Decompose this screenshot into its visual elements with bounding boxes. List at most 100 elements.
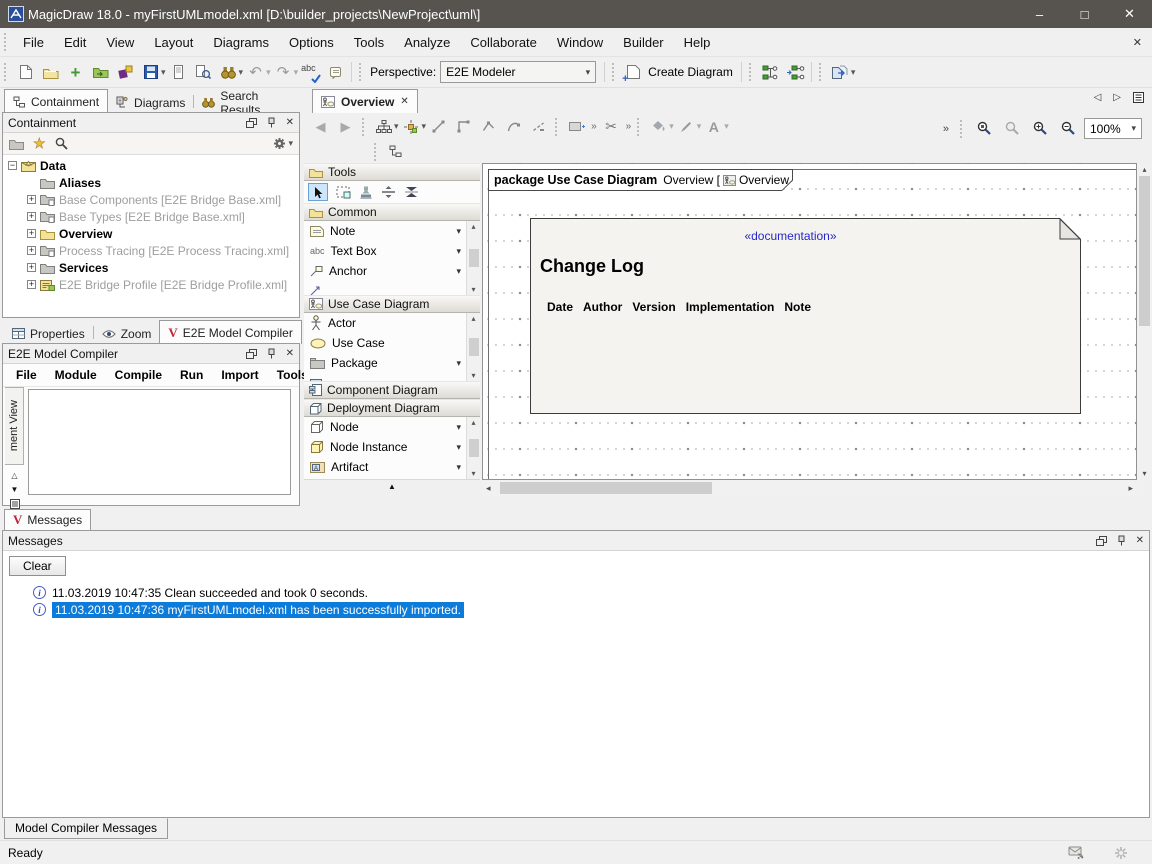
palette-item-node-instance[interactable]: Node Instance ▾ xyxy=(304,437,480,457)
select-tool-button[interactable] xyxy=(308,183,328,201)
clear-button[interactable]: Clear xyxy=(9,556,66,576)
perspective-chevron-icon[interactable]: ▾ xyxy=(580,67,591,78)
minimize-button[interactable]: – xyxy=(1017,0,1062,28)
menubar-grip[interactable] xyxy=(4,33,9,51)
float-panel-icon[interactable] xyxy=(246,349,257,359)
line-curve-icon[interactable] xyxy=(501,114,526,139)
expand-icon[interactable]: + xyxy=(27,263,36,272)
horizontal-scrollbar[interactable]: ◂ ▸ xyxy=(482,480,1137,496)
scroll-down-icon[interactable]: ▾ xyxy=(471,285,475,294)
tree-item-aliases[interactable]: Aliases xyxy=(3,174,299,191)
tab-diagrams[interactable]: Diagrams xyxy=(108,92,193,113)
align-icon[interactable] xyxy=(399,114,424,139)
palette-item-package[interactable]: Package ▾ xyxy=(304,353,480,373)
open-model-button[interactable] xyxy=(88,60,113,85)
quick-search-icon[interactable] xyxy=(55,137,68,150)
menu-options[interactable]: Options xyxy=(279,31,344,54)
compiler-menu-run[interactable]: Run xyxy=(171,368,212,382)
zoom-chevron-icon[interactable]: ▾ xyxy=(1125,123,1136,134)
menu-diagrams[interactable]: Diagrams xyxy=(203,31,279,54)
scroll-thumb[interactable] xyxy=(469,439,479,457)
tree-item-data[interactable]: − Data xyxy=(3,157,299,174)
palette-item-use-case[interactable]: Use Case xyxy=(304,333,480,353)
close-panel-icon[interactable]: ✕ xyxy=(286,117,294,128)
pin-panel-icon[interactable] xyxy=(1117,535,1126,546)
item-dropdown-icon[interactable]: ▾ xyxy=(456,422,461,433)
float-panel-icon[interactable] xyxy=(246,118,257,128)
compiler-menu-file[interactable]: File xyxy=(7,368,46,382)
tab-overview-diagram[interactable]: Overview ✕ xyxy=(312,89,418,113)
tree-item-process-tracing[interactable]: + Process Tracing [E2E Process Tracing.x… xyxy=(3,242,299,259)
zoom-11-icon[interactable] xyxy=(972,116,997,141)
palette-item-anchor[interactable]: Anchor ▾ xyxy=(304,261,480,281)
menu-collaborate[interactable]: Collaborate xyxy=(460,31,547,54)
palette-section-common[interactable]: Common xyxy=(304,203,480,221)
compiler-menu-import[interactable]: Import xyxy=(212,368,267,382)
menu-window[interactable]: Window xyxy=(547,31,613,54)
close-button[interactable]: ✕ xyxy=(1107,0,1152,28)
expand-icon[interactable]: + xyxy=(27,246,36,255)
menu-builder[interactable]: Builder xyxy=(613,31,673,54)
menu-file[interactable]: File xyxy=(13,31,54,54)
palette-section-use-case[interactable]: Use Case Diagram xyxy=(304,295,480,313)
palette-item-artifact[interactable]: A Artifact ▾ xyxy=(304,457,480,477)
menu-layout[interactable]: Layout xyxy=(144,31,203,54)
menu-analyze[interactable]: Analyze xyxy=(394,31,460,54)
palette-section-deployment[interactable]: Deployment Diagram xyxy=(304,399,480,417)
item-dropdown-icon[interactable]: ▾ xyxy=(456,462,461,473)
scroll-up-icon[interactable]: ▴ xyxy=(1142,165,1146,174)
scissors-overflow-icon[interactable]: » xyxy=(626,121,632,132)
create-diagram-button[interactable]: Create Diagram xyxy=(648,65,733,79)
item-dropdown-icon[interactable]: ▾ xyxy=(456,246,461,257)
menu-tools[interactable]: Tools xyxy=(344,31,394,54)
item-dropdown-icon[interactable]: ▾ xyxy=(456,358,461,369)
scroll-thumb[interactable] xyxy=(469,249,479,267)
diagram-canvas[interactable]: package Use Case Diagram Overview [ Over… xyxy=(482,163,1137,480)
scroll-thumb[interactable] xyxy=(1139,176,1150,326)
tab-e2e-model-compiler[interactable]: V E2E Model Compiler xyxy=(159,320,301,344)
palette-item-actor[interactable]: Actor xyxy=(304,313,480,333)
line-straight-icon[interactable] xyxy=(426,114,451,139)
palette-scroll-up-strip[interactable]: ▲ xyxy=(304,479,480,493)
line-oblique-icon[interactable] xyxy=(476,114,501,139)
scroll-thumb[interactable] xyxy=(469,338,479,356)
scroll-up-icon[interactable]: ▴ xyxy=(471,418,475,427)
toolbar-grip[interactable] xyxy=(4,63,9,81)
scroll-down-icon[interactable]: ▾ xyxy=(1142,469,1146,478)
open-project-button[interactable] xyxy=(38,60,63,85)
scroll-down-icon[interactable]: ▾ xyxy=(471,371,475,380)
tree-item-services[interactable]: + Services xyxy=(3,259,299,276)
palette-scrollbar[interactable]: ▴ ▾ xyxy=(466,417,480,479)
tab-search-results[interactable]: Search Results xyxy=(194,92,302,113)
line-dashed-icon[interactable] xyxy=(526,114,551,139)
find-button[interactable] xyxy=(216,60,241,85)
menu-help[interactable]: Help xyxy=(674,31,721,54)
float-panel-icon[interactable] xyxy=(1096,536,1107,546)
component-view-vertical-tab[interactable]: ment View xyxy=(5,387,24,465)
tab-list-icon[interactable] xyxy=(1133,92,1144,103)
diagram-containment-icon[interactable] xyxy=(383,139,408,164)
tab-zoom[interactable]: Zoom xyxy=(94,323,160,344)
comments-button[interactable] xyxy=(323,60,348,85)
transform-dropdown-icon[interactable]: ▾ xyxy=(851,67,856,78)
favorites-star-icon[interactable]: ★ xyxy=(33,135,46,152)
collaboration-status-icon[interactable] xyxy=(1068,845,1086,860)
scroll-right-icon[interactable]: ▸ xyxy=(1128,483,1133,494)
scroll-down-icon[interactable]: ▾ xyxy=(471,469,475,478)
menu-edit[interactable]: Edit xyxy=(54,31,96,54)
new-project-button[interactable] xyxy=(13,60,38,85)
close-panel-icon[interactable]: ✕ xyxy=(1136,535,1144,546)
vertical-distribute-icon[interactable] xyxy=(381,185,396,199)
zoom-out-icon[interactable] xyxy=(1056,116,1081,141)
stamp-tool-button[interactable] xyxy=(359,185,373,199)
swimlane-overflow-icon[interactable]: » xyxy=(591,121,597,132)
expand-icon[interactable]: + xyxy=(27,229,36,238)
containment-structure-icon[interactable] xyxy=(758,60,783,85)
tree-item-base-types[interactable]: + Base Types [E2E Bridge Base.xml] xyxy=(3,208,299,225)
collapse-icon[interactable]: − xyxy=(8,161,17,170)
palette-section-component[interactable]: Component Diagram xyxy=(304,381,480,399)
prev-tab-icon[interactable]: ◁ xyxy=(1094,92,1102,103)
palette-scrollbar[interactable]: ▴ ▾ xyxy=(466,221,480,295)
menubar-close-icon[interactable]: ✕ xyxy=(1133,36,1142,49)
tree-item-e2e-bridge-profile[interactable]: + E2E Bridge Profile [E2E Bridge Profile… xyxy=(3,276,299,293)
